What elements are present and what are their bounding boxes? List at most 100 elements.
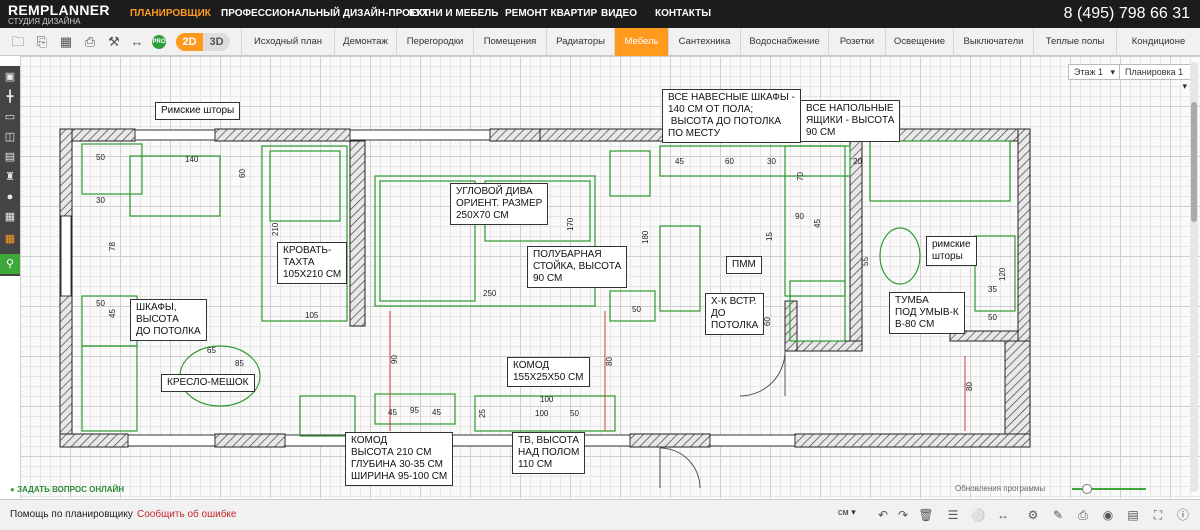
info-icon[interactable]: ⓘ bbox=[1175, 507, 1191, 523]
nav-kitchens[interactable]: КУХНИ И МЕБЕЛЬ bbox=[409, 8, 498, 19]
tab-rooms[interactable]: Помещения bbox=[473, 28, 546, 56]
tab-source-plan[interactable]: Исходный план bbox=[241, 28, 334, 56]
camera-icon[interactable]: ◉ bbox=[1100, 507, 1116, 523]
top-navigation: REMPLANNER СТУДИЯ ДИЗАЙНА ПЛАНИРОВЩИК ПР… bbox=[0, 0, 1200, 28]
phone-number: 8 (495) 798 66 31 bbox=[1063, 5, 1190, 22]
tab-switches[interactable]: Выключатели bbox=[953, 28, 1033, 56]
dim-label: 65 bbox=[207, 346, 216, 355]
dim-label: 30 bbox=[767, 157, 776, 166]
undo-icon[interactable]: ↶ bbox=[875, 507, 891, 523]
note-wall-cabinets: ВСЕ НАВЕСНЫЕ ШКАФЫ - 140 СМ ОТ ПОЛА; ВЫС… bbox=[662, 89, 801, 143]
nav-planner[interactable]: ПЛАНИРОВЩИК bbox=[130, 8, 211, 19]
gym-category-icon[interactable]: ● bbox=[2, 189, 18, 205]
grid-category-icon[interactable]: ▦ bbox=[2, 231, 18, 247]
kitchen-category-icon[interactable]: ◫ bbox=[2, 129, 18, 145]
redo-icon[interactable]: ↷ bbox=[895, 507, 911, 523]
pdf-icon[interactable]: ▦ bbox=[58, 34, 74, 50]
scroll-thumb[interactable] bbox=[1191, 102, 1197, 222]
tv-category-icon[interactable]: ▭ bbox=[2, 109, 18, 125]
tab-heated-floors[interactable]: Теплые полы bbox=[1033, 28, 1116, 56]
plan-canvas[interactable]: Этаж 1 ▾ Планировка 1 ▾ 140 60 50 210 10… bbox=[20, 56, 1200, 498]
dim-label: 50 bbox=[570, 409, 579, 418]
chat-icon: ● bbox=[10, 485, 18, 494]
dim-label: 45 bbox=[675, 157, 684, 166]
bottom-bar: Помощь по планировщику Сообщить об ошибк… bbox=[0, 499, 1200, 530]
dimensions-icon[interactable]: ↔ bbox=[129, 34, 145, 50]
fullscreen-icon[interactable]: ⛶ bbox=[1150, 507, 1166, 523]
note-fridge: Х-К ВСТР. ДО ПОТОЛКА bbox=[705, 293, 765, 335]
logo-title: REMPLANNER bbox=[8, 2, 110, 18]
dim-label: 25 bbox=[478, 409, 487, 418]
note-beanbag: КРЕСЛО-МЕШОК bbox=[161, 374, 255, 392]
dim-label: 120 bbox=[998, 267, 1007, 281]
dim-label: 140 bbox=[185, 155, 199, 164]
dim-label: 55 bbox=[861, 257, 870, 266]
tab-air-conditioning[interactable]: Кондиционе bbox=[1116, 28, 1200, 56]
dresser-category-icon[interactable]: ▦ bbox=[2, 209, 18, 225]
dim-label: 45 bbox=[108, 309, 117, 318]
zoom-slider-handle[interactable] bbox=[1082, 484, 1092, 494]
nav-pro-design[interactable]: ПРОФЕССИОНАЛЬНЫЙ ДИЗАЙН-ПРОЕКТ bbox=[221, 8, 429, 19]
table-category-icon[interactable]: ╋ bbox=[2, 89, 18, 105]
folder-icon[interactable]: 🗀 bbox=[10, 34, 26, 50]
tab-partitions[interactable]: Перегородки bbox=[396, 28, 473, 56]
chair-category-icon[interactable]: ♜ bbox=[2, 169, 18, 185]
delete-icon[interactable]: 🗑 bbox=[918, 507, 934, 523]
vertical-scrollbar[interactable] bbox=[1190, 62, 1198, 492]
pencil-icon[interactable]: ✎ bbox=[1050, 507, 1066, 523]
tab-furniture[interactable]: Мебель bbox=[614, 28, 668, 56]
ask-online-link[interactable]: ● ЗАДАТЬ ВОПРОС ОНЛАЙН bbox=[10, 485, 124, 494]
logo[interactable]: REMPLANNER СТУДИЯ ДИЗАЙНА bbox=[8, 3, 110, 26]
dim-label: 50 bbox=[96, 299, 105, 308]
dim-label: 30 bbox=[96, 196, 105, 205]
updates-link[interactable]: Обновления программы bbox=[955, 484, 1045, 493]
nav-contacts[interactable]: КОНТАКТЫ bbox=[655, 8, 711, 19]
report-error-link[interactable]: Сообщить об ошибке bbox=[137, 509, 236, 520]
mode-3d-button[interactable]: 3D bbox=[203, 33, 230, 51]
note-bar-counter: ПОЛУБАРНАЯ СТОЙКА, ВЫСОТА 90 СМ bbox=[527, 246, 628, 288]
dim-label: 60 bbox=[238, 169, 247, 178]
search-icon[interactable]: ⚲ bbox=[0, 254, 20, 274]
nav-renovation[interactable]: РЕМОНТ КВАРТИР bbox=[505, 8, 597, 19]
tab-lighting[interactable]: Освещение bbox=[885, 28, 953, 56]
tab-demolition[interactable]: Демонтаж bbox=[334, 28, 396, 56]
dim-label: 15 bbox=[765, 232, 774, 241]
tab-water-supply[interactable]: Водоснабжение bbox=[740, 28, 828, 56]
unit-select[interactable]: см ▾ bbox=[838, 507, 868, 518]
toggle-icon[interactable]: ⚪ bbox=[970, 507, 986, 523]
settings-icon[interactable]: ⚙ bbox=[1025, 507, 1041, 523]
print-icon[interactable]: ⎙ bbox=[82, 34, 98, 50]
tools-icon[interactable]: ⚒ bbox=[106, 34, 122, 50]
tab-sockets[interactable]: Розетки bbox=[828, 28, 885, 56]
left-tool-panel: ▣ ╋ ▭ ◫ ▤ ♜ ● ▦ ▦ ⚲ bbox=[0, 66, 20, 276]
wardrobe-category-icon[interactable]: ▤ bbox=[2, 149, 18, 165]
doors bbox=[659, 350, 786, 489]
mode-2d-button[interactable]: 2D bbox=[176, 33, 203, 51]
pro-icon[interactable]: PRO bbox=[152, 35, 166, 49]
dim-label: 70 bbox=[796, 172, 805, 181]
unit-select-value: см bbox=[838, 507, 849, 517]
print-icon[interactable]: ⎙ bbox=[1075, 507, 1091, 523]
dim-label: 50 bbox=[988, 313, 997, 322]
measure-icon[interactable]: ↔ bbox=[995, 507, 1011, 523]
note-vanity: ТУМБА ПОД УМЫВ-К В-80 СМ bbox=[889, 292, 965, 334]
dim-label: 180 bbox=[641, 230, 650, 244]
dim-label: 45 bbox=[813, 219, 822, 228]
sofa-category-icon[interactable]: ▣ bbox=[2, 69, 18, 85]
dimension-markers bbox=[389, 311, 966, 431]
nav-video[interactable]: ВИДЕО bbox=[601, 8, 637, 19]
note-roman-blinds-small: римские шторы bbox=[926, 236, 977, 266]
tab-radiators[interactable]: Радиаторы bbox=[546, 28, 614, 56]
dim-label: 45 bbox=[432, 408, 441, 417]
note-corner-sofa: УГЛОВОЙ ДИВА ОРИЕНТ. РАЗМЕР 250Х70 СМ bbox=[450, 183, 549, 225]
dim-label: 170 bbox=[566, 217, 575, 231]
note-tv: ТВ, ВЫСОТА НАД ПОЛОМ 110 СМ bbox=[512, 432, 586, 474]
logo-subtitle: СТУДИЯ ДИЗАЙНА bbox=[8, 17, 81, 26]
layers-icon[interactable]: ☰ bbox=[945, 507, 961, 523]
note-floor-drawers: ВСЕ НАПОЛЬНЫЕ ЯЩИКИ - ВЫСОТА 90 СМ bbox=[800, 100, 901, 142]
chart-icon[interactable]: ▤ bbox=[1125, 507, 1141, 523]
note-dishwasher: ПММ bbox=[726, 256, 762, 274]
tab-plumbing[interactable]: Сантехника bbox=[668, 28, 740, 56]
save-icon[interactable]: ⎘ bbox=[34, 34, 50, 50]
help-link[interactable]: Помощь по планировщику bbox=[10, 509, 133, 520]
